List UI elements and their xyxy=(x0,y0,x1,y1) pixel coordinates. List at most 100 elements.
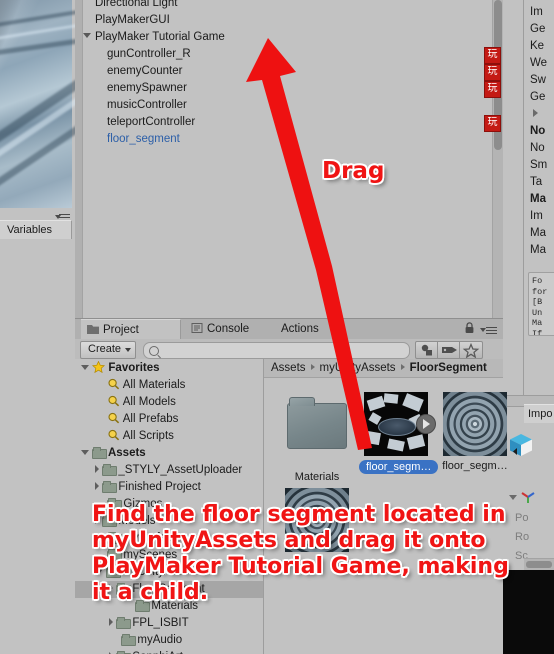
inspector-row: Ge xyxy=(530,91,546,103)
tab-project[interactable]: Project xyxy=(81,319,181,340)
drag-label-annotation: Drag xyxy=(322,158,385,184)
asset-type-filter-button[interactable] xyxy=(415,341,439,359)
create-button[interactable]: Create xyxy=(80,341,137,359)
play-preview-icon[interactable] xyxy=(416,414,436,434)
transform-icon xyxy=(521,492,535,503)
mesh-thumbnail xyxy=(364,392,436,456)
hierarchy-item-label: PlayMaker Tutorial Game xyxy=(95,31,225,43)
search-icon xyxy=(149,346,159,356)
scrollbar-thumb[interactable] xyxy=(526,561,552,568)
chevron-down-icon[interactable] xyxy=(81,364,89,370)
tab-import-settings[interactable]: Impo xyxy=(524,404,554,423)
inspector-row: We xyxy=(530,57,548,69)
favorites-star-icon xyxy=(92,360,106,374)
scene-view-preview[interactable] xyxy=(0,0,90,208)
project-tree-item-all-models[interactable]: All Models xyxy=(75,394,263,411)
texture-thumbnail xyxy=(443,392,507,456)
project-tree-item-label: _STYLY_AssetUploader xyxy=(118,464,243,476)
project-tree-item-label: Finished Project xyxy=(118,481,201,493)
breadcrumb-item-assets[interactable]: Assets xyxy=(271,362,306,374)
project-tree-item-label: Assets xyxy=(107,447,146,459)
playmaker-badge-icon: 玩 xyxy=(484,64,501,81)
hierarchy-item-teleportcontroller[interactable]: teleportController xyxy=(75,114,503,131)
project-tree-item-all-materials[interactable]: All Materials xyxy=(75,377,263,394)
project-tree-item-label: myAudio xyxy=(137,634,183,646)
tab-console[interactable]: Console xyxy=(185,319,259,340)
project-tree-item-assets[interactable]: Assets xyxy=(75,445,263,462)
hierarchy-item-playmaker-tutorial-game[interactable]: PlayMaker Tutorial Game xyxy=(75,29,503,46)
hierarchy-item-enemycounter[interactable]: enemyCounter xyxy=(75,63,503,80)
project-tree-item-favorites[interactable]: Favorites xyxy=(75,360,263,377)
hierarchy-item-guncontroller-r[interactable]: gunController_R xyxy=(75,46,503,63)
project-tree-item-finished-project[interactable]: Finished Project xyxy=(75,479,263,496)
hierarchy-item-label: Directional Light xyxy=(95,0,178,9)
inspector-row: Ma xyxy=(530,227,546,239)
inspector-panel[interactable]: Im Ge Ke We Sw Ge No No Sm Ta Ma Im Ma Ma Fo for [B Un Ma… xyxy=(524,0,554,395)
help-line: [B xyxy=(532,297,543,307)
hierarchy-item-label: musicController xyxy=(107,99,187,111)
playmaker-badge-icon: 玩 xyxy=(484,115,501,132)
hierarchy-item-playmakergui[interactable]: PlayMakerGUI xyxy=(75,12,503,29)
left-panel-body xyxy=(0,239,75,654)
lock-icon[interactable] xyxy=(464,322,475,334)
hierarchy-item-floor-segment[interactable]: floor_segment xyxy=(75,131,503,148)
chevron-right-icon[interactable] xyxy=(109,618,113,627)
label-filter-button[interactable] xyxy=(437,341,461,359)
asset-item[interactable]: floor_segm… xyxy=(359,392,439,477)
breadcrumb-separator-icon xyxy=(400,364,405,371)
breadcrumb-separator-icon xyxy=(310,364,315,371)
hierarchy-item-label: PlayMakerGUI xyxy=(95,14,170,26)
project-tree-item--styly-assetuploader[interactable]: _STYLY_AssetUploader xyxy=(75,462,263,479)
folder-icon xyxy=(92,447,108,459)
hierarchy-left-gutter xyxy=(75,0,83,318)
folder-icon xyxy=(121,634,137,646)
breadcrumb: Assets myUnityAssets FloorSegment xyxy=(264,359,503,378)
transform-position-label: Po xyxy=(515,512,529,524)
chevron-right-icon[interactable] xyxy=(95,465,99,474)
tab-actions[interactable]: Actions xyxy=(275,319,329,340)
favorite-filter-button[interactable] xyxy=(459,341,483,359)
left-column: Variables xyxy=(0,0,90,654)
inspector-gutter xyxy=(503,0,524,395)
project-tree-item-all-prefabs[interactable]: All Prefabs xyxy=(75,411,263,428)
project-tree-item-label: All Prefabs xyxy=(122,413,179,425)
asset-label: floor_segm… xyxy=(442,460,508,472)
asset-item[interactable]: Materials xyxy=(280,392,354,486)
search-input[interactable] xyxy=(143,342,410,359)
project-tree-item-label: All Materials xyxy=(122,379,186,391)
inspector-row: Ma xyxy=(530,244,546,256)
hierarchy-item-musiccontroller[interactable]: musicController xyxy=(75,97,503,114)
playmaker-badge-icon: 玩 xyxy=(484,81,501,98)
breadcrumb-item-floorsegment[interactable]: FloorSegment xyxy=(410,362,487,374)
chevron-down-icon[interactable] xyxy=(83,33,91,39)
project-tree-item-myaudio[interactable]: myAudio xyxy=(75,632,263,649)
inspector-row: No xyxy=(530,142,545,154)
folder-icon xyxy=(285,397,349,467)
project-toolbar: Create xyxy=(75,339,503,360)
chevron-down-icon[interactable] xyxy=(81,449,89,455)
project-tree-item-label: All Scripts xyxy=(122,430,174,442)
tab-console-label: Console xyxy=(207,323,250,335)
help-line: Un xyxy=(532,307,543,318)
asset-item[interactable]: floor_segm… xyxy=(438,392,512,475)
project-tabstrip: Project Console Actions xyxy=(75,318,503,341)
project-tree-item-fpl-isbit[interactable]: FPL_ISBIT xyxy=(75,615,263,632)
project-tree-item-sapphiart[interactable]: SapphiArt xyxy=(75,649,263,654)
panel-menu-icon[interactable] xyxy=(480,325,498,336)
inspector-horizontal-scrollbar[interactable] xyxy=(524,558,554,570)
tab-variables[interactable]: Variables xyxy=(0,220,72,239)
project-tree-item-all-scripts[interactable]: All Scripts xyxy=(75,428,263,445)
hierarchy-item-label: floor_segment xyxy=(107,133,180,145)
help-line: for xyxy=(532,286,548,297)
inspector-row: Ta xyxy=(530,176,543,188)
hierarchy-item-directional-light[interactable]: Directional Light xyxy=(75,0,503,12)
transform-foldout-triangle[interactable] xyxy=(509,495,517,500)
breadcrumb-item-myunityassets[interactable]: myUnityAssets xyxy=(320,362,396,374)
instruction-text-annotation: Find the floor segment located in myUnit… xyxy=(92,502,509,605)
chevron-right-icon[interactable] xyxy=(95,482,99,491)
hierarchy-item-label: teleportController xyxy=(107,116,196,128)
inspector-foldout-triangle[interactable] xyxy=(533,106,538,123)
hierarchy-item-enemyspawner[interactable]: enemySpawner xyxy=(75,80,503,97)
help-line: Ma xyxy=(532,318,543,328)
hierarchy-panel[interactable]: Directional Light PlayMakerGUI PlayMaker T… xyxy=(75,0,504,318)
